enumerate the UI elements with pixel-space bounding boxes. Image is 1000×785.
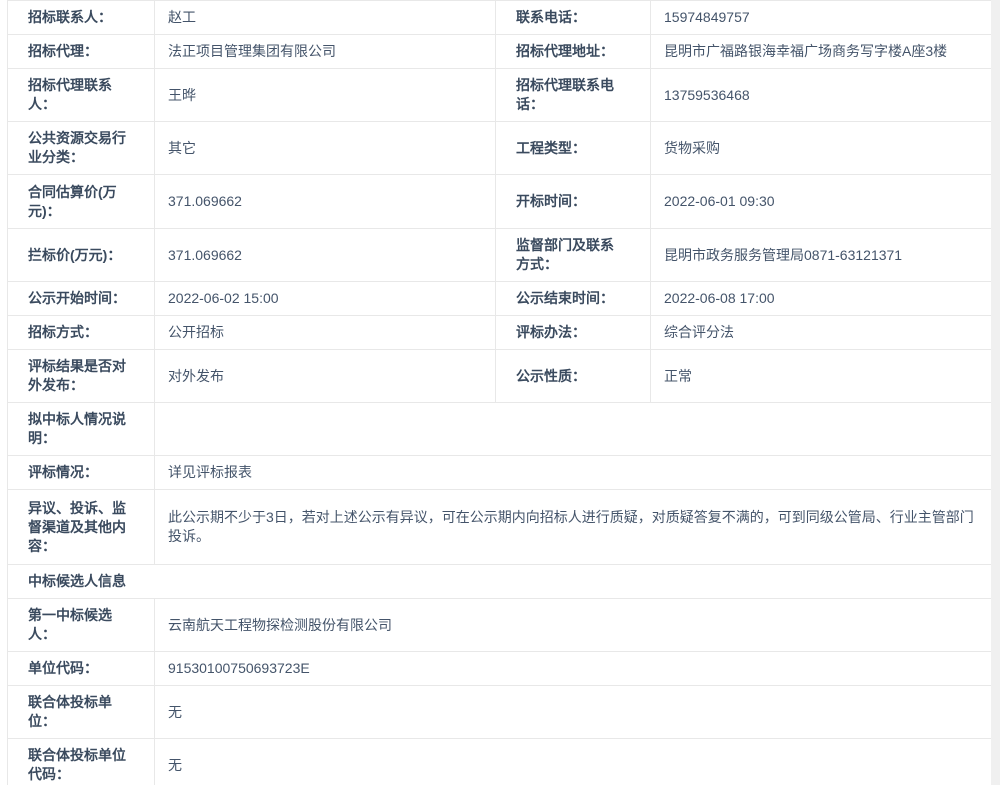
field-value: 2022-06-08 17:00: [651, 282, 992, 316]
field-label: 拦标价(万元)：: [8, 229, 155, 282]
field-label: 合同估算价(万元)：: [8, 175, 155, 229]
field-label: 招标方式：: [8, 316, 155, 350]
field-label: 评标情况：: [8, 456, 155, 490]
table-row: 联合体投标单位代码： 无: [8, 739, 992, 785]
table-row: 公示开始时间： 2022-06-02 15:00 公示结束时间： 2022-06…: [8, 282, 992, 316]
field-value: 91530100750693723E: [155, 652, 992, 686]
table-row: 拦标价(万元)： 371.069662 监督部门及联系方式： 昆明市政务服务管理…: [8, 229, 992, 282]
field-value: 2022-06-01 09:30: [651, 175, 992, 229]
field-value: 法正项目管理集团有限公司: [155, 35, 496, 69]
table-row: 异议、投诉、监督渠道及其他内容： 此公示期不少于3日，若对上述公示有异议，可在公…: [8, 490, 992, 565]
field-label: 评标办法：: [496, 316, 651, 350]
field-label: 第一中标候选人：: [8, 599, 155, 652]
field-label: 公示性质：: [496, 350, 651, 403]
field-label: 监督部门及联系方式：: [496, 229, 651, 282]
field-value: 详见评标报表: [155, 456, 992, 490]
field-value: 赵工: [155, 1, 496, 35]
field-label: 招标代理联系电话：: [496, 69, 651, 122]
field-label: 单位代码：: [8, 652, 155, 686]
page-gutter: [991, 0, 1000, 785]
field-label: 公示开始时间：: [8, 282, 155, 316]
field-label: 招标代理：: [8, 35, 155, 69]
field-value: 公开招标: [155, 316, 496, 350]
field-label: 招标联系人：: [8, 1, 155, 35]
field-label: 拟中标人情况说明：: [8, 403, 155, 456]
field-label: 联合体投标单位代码：: [8, 739, 155, 785]
field-label: 评标结果是否对外发布：: [8, 350, 155, 403]
field-value: 对外发布: [155, 350, 496, 403]
field-label: 联系电话：: [496, 1, 651, 35]
field-value: 无: [155, 739, 992, 785]
field-value: 15974849757: [651, 1, 992, 35]
bid-result-announcement-page: 招标联系人： 赵工 联系电话： 15974849757 招标代理： 法正项目管理…: [0, 0, 1000, 785]
field-label: 工程类型：: [496, 122, 651, 175]
table-row: 招标代理： 法正项目管理集团有限公司 招标代理地址： 昆明市广福路银海幸福广场商…: [8, 35, 992, 69]
field-value: 云南航天工程物探检测股份有限公司: [155, 599, 992, 652]
field-value: 综合评分法: [651, 316, 992, 350]
table-row: 招标方式： 公开招标 评标办法： 综合评分法: [8, 316, 992, 350]
field-label: 招标代理联系人：: [8, 69, 155, 122]
field-label: 公共资源交易行业分类：: [8, 122, 155, 175]
table-row: 拟中标人情况说明：: [8, 403, 992, 456]
table-row: 单位代码： 91530100750693723E: [8, 652, 992, 686]
field-value: 昆明市政务服务管理局0871-63121371: [651, 229, 992, 282]
field-value: 371.069662: [155, 175, 496, 229]
table-row: 公共资源交易行业分类： 其它 工程类型： 货物采购: [8, 122, 992, 175]
table-row: 合同估算价(万元)： 371.069662 开标时间： 2022-06-01 0…: [8, 175, 992, 229]
table-row: 评标结果是否对外发布： 对外发布 公示性质： 正常: [8, 350, 992, 403]
table-row: 招标代理联系人： 王晔 招标代理联系电话： 13759536468: [8, 69, 992, 122]
field-value: 正常: [651, 350, 992, 403]
field-value: [155, 403, 992, 456]
field-value: 无: [155, 686, 992, 739]
table-row: 联合体投标单位： 无: [8, 686, 992, 739]
field-value: 13759536468: [651, 69, 992, 122]
field-label: 异议、投诉、监督渠道及其他内容：: [8, 490, 155, 565]
field-value: 王晔: [155, 69, 496, 122]
field-value: 2022-06-02 15:00: [155, 282, 496, 316]
table-row: 第一中标候选人： 云南航天工程物探检测股份有限公司: [8, 599, 992, 652]
section-title: 中标候选人信息: [8, 565, 992, 599]
field-value: 371.069662: [155, 229, 496, 282]
field-label: 开标时间：: [496, 175, 651, 229]
field-label: 公示结束时间：: [496, 282, 651, 316]
field-label: 招标代理地址：: [496, 35, 651, 69]
field-value: 其它: [155, 122, 496, 175]
field-label: 联合体投标单位：: [8, 686, 155, 739]
table-row: 评标情况： 详见评标报表: [8, 456, 992, 490]
field-value: 昆明市广福路银海幸福广场商务写字楼A座3楼: [651, 35, 992, 69]
field-value: 此公示期不少于3日，若对上述公示有异议，可在公示期内向招标人进行质疑，对质疑答复…: [155, 490, 992, 565]
field-value: 货物采购: [651, 122, 992, 175]
bid-announcement-table: 招标联系人： 赵工 联系电话： 15974849757 招标代理： 法正项目管理…: [7, 0, 992, 785]
table-row: 招标联系人： 赵工 联系电话： 15974849757: [8, 1, 992, 35]
section-header-row: 中标候选人信息: [8, 565, 992, 599]
